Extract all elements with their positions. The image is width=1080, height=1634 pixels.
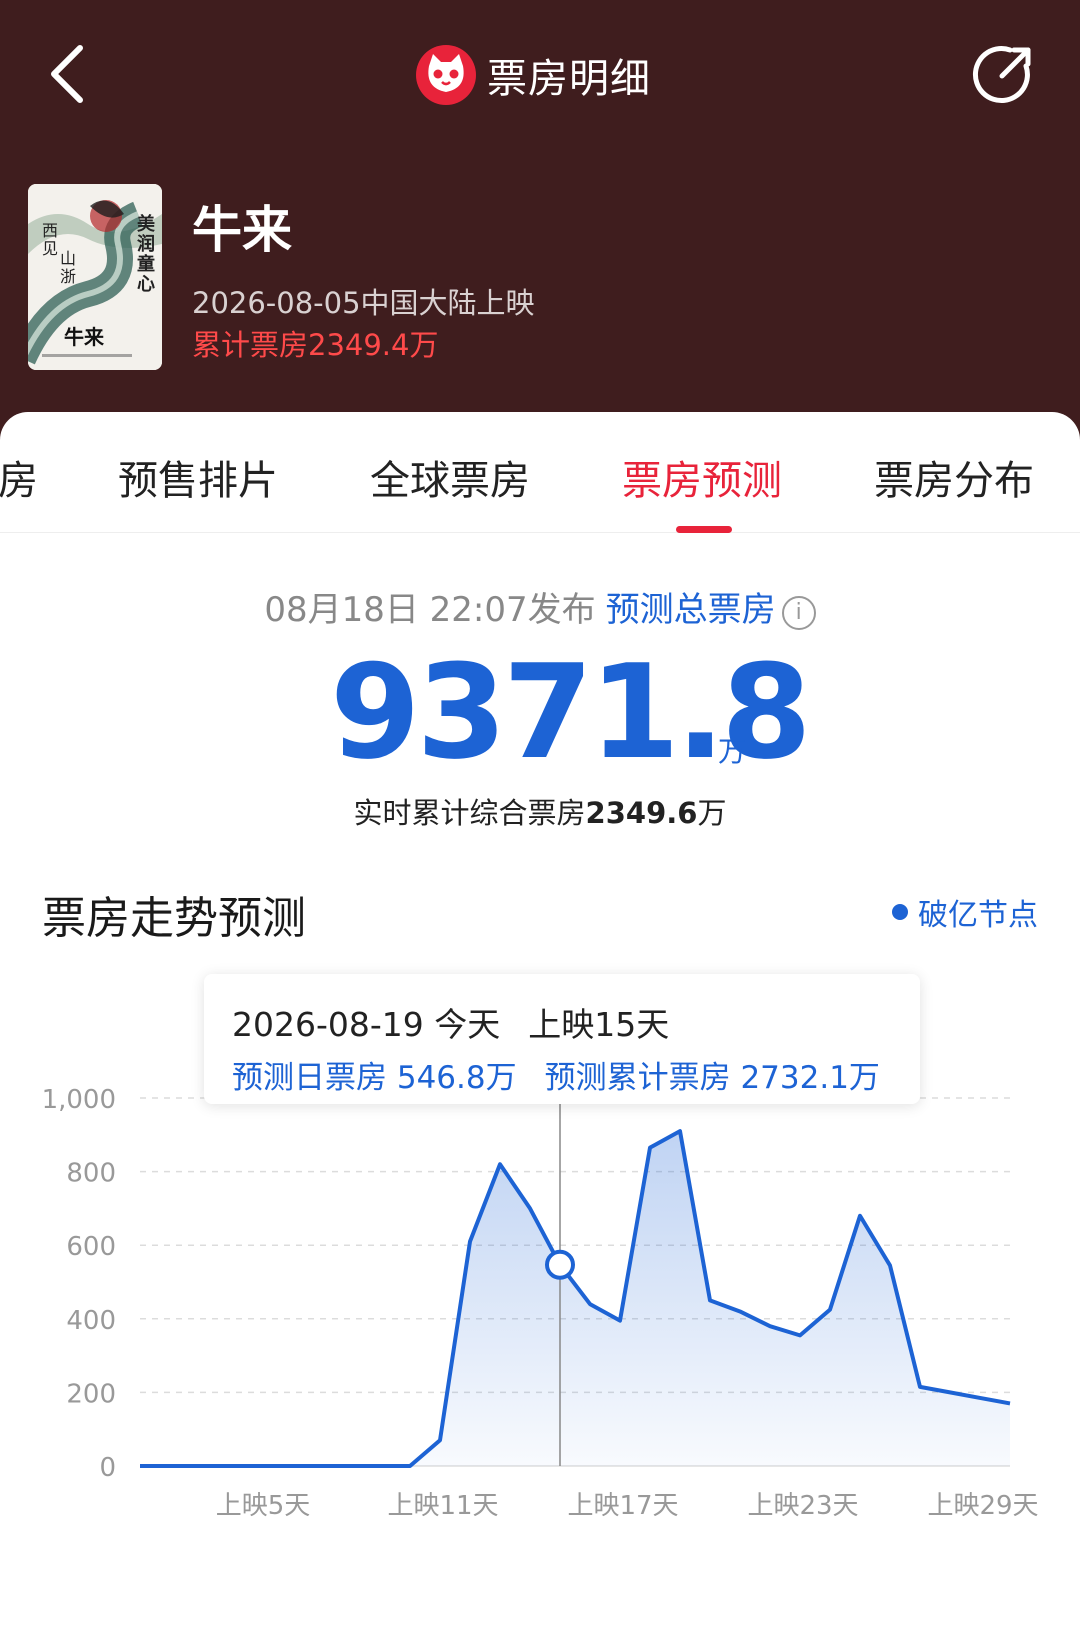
page-title: 票房明细 bbox=[487, 56, 651, 102]
y-tick-label: 200 bbox=[66, 1379, 116, 1409]
highlight-point bbox=[545, 1249, 575, 1280]
y-tick-label: 800 bbox=[66, 1159, 116, 1189]
x-tick-label: 上映17天 bbox=[567, 1491, 678, 1521]
cumulative-box-office: 累计票房2349.4万 bbox=[192, 328, 439, 362]
y-tick-label: 0 bbox=[99, 1453, 116, 1483]
back-icon[interactable] bbox=[40, 38, 100, 110]
x-tick-label: 上映5天 bbox=[216, 1491, 311, 1521]
cat-logo-icon bbox=[416, 45, 476, 105]
poster-art: 美润童心 西见山浙 牛来 bbox=[28, 184, 162, 370]
y-tick-label: 1,000 bbox=[42, 1085, 116, 1115]
y-tick-label: 600 bbox=[66, 1232, 116, 1262]
x-tick-label: 上映11天 bbox=[387, 1491, 498, 1521]
y-tick-label: 400 bbox=[66, 1306, 116, 1336]
share-icon[interactable] bbox=[970, 42, 1034, 106]
poster-text-bottom: 牛来 bbox=[64, 325, 105, 349]
tooltip-date: 2026-08-19 bbox=[232, 1005, 424, 1044]
movie-poster[interactable]: 美润童心 西见山浙 牛来 bbox=[28, 184, 162, 370]
chart-tooltip: 2026-08-19 今天 上映15天 预测日票房 546.8万 预测累计票房 27… bbox=[204, 974, 920, 1104]
content-card: 房 预售排片 全球票房 票房预测 票房分布 08月18日 22:07发布 预测总票… bbox=[0, 412, 1080, 1634]
header: 票房明细 美润童心 西见山浙 牛来 牛来 2026-08-05中国大陆上映 累计… bbox=[0, 0, 1080, 420]
x-tick-label: 上映29天 bbox=[927, 1491, 1038, 1521]
title-wrap: 票房明细 bbox=[415, 40, 651, 110]
tooltip-daily: 预测日票房 546.8万 bbox=[232, 1060, 517, 1096]
tooltip-day: 上映15天 bbox=[528, 1005, 670, 1044]
poster-text-right: 美润童心 bbox=[137, 213, 155, 295]
movie-title: 牛来 bbox=[192, 201, 292, 259]
tooltip-cumulative: 预测累计票房 2732.1万 bbox=[544, 1060, 880, 1096]
release-date: 2026-08-05中国大陆上映 bbox=[192, 286, 535, 320]
tooltip-today: 今天 bbox=[434, 1005, 501, 1044]
tooltip-line-2: 预测日票房 546.8万 预测累计票房 2732.1万 bbox=[232, 1052, 880, 1097]
tooltip-line-1: 2026-08-19 今天 上映15天 bbox=[232, 998, 669, 1046]
series-area bbox=[140, 1131, 1010, 1466]
x-tick-label: 上映23天 bbox=[747, 1491, 858, 1521]
